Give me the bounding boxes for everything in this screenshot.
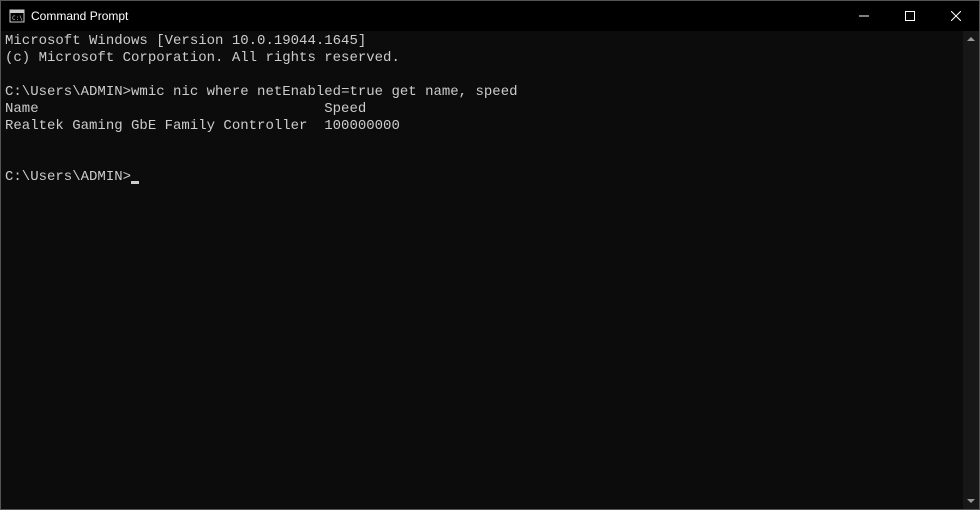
- output-line: Microsoft Windows [Version 10.0.19044.16…: [5, 33, 959, 50]
- prompt-line: C:\Users\ADMIN>wmic nic where netEnabled…: [5, 84, 959, 101]
- maximize-button[interactable]: [887, 1, 933, 31]
- prompt-path: C:\Users\ADMIN>: [5, 169, 131, 185]
- cmd-icon: C:\: [9, 8, 25, 24]
- cursor: [131, 181, 139, 184]
- prompt-path: C:\Users\ADMIN>: [5, 84, 131, 100]
- minimize-button[interactable]: [841, 1, 887, 31]
- blank-line: [5, 67, 959, 84]
- window-title: Command Prompt: [31, 9, 841, 23]
- scroll-down-icon[interactable]: [963, 493, 979, 509]
- blank-line: [5, 135, 959, 152]
- output-header: Name Speed: [5, 101, 959, 118]
- terminal-body: Microsoft Windows [Version 10.0.19044.16…: [1, 31, 979, 509]
- prompt-line: C:\Users\ADMIN>: [5, 169, 959, 186]
- output-line: (c) Microsoft Corporation. All rights re…: [5, 50, 959, 67]
- command-text: wmic nic where netEnabled=true get name,…: [131, 84, 517, 100]
- terminal-content[interactable]: Microsoft Windows [Version 10.0.19044.16…: [1, 31, 963, 509]
- close-button[interactable]: [933, 1, 979, 31]
- blank-line: [5, 152, 959, 169]
- command-prompt-window: C:\ Command Prompt Microsoft Windows [Ve…: [0, 0, 980, 510]
- svg-text:C:\: C:\: [12, 15, 23, 22]
- output-data: Realtek Gaming GbE Family Controller 100…: [5, 118, 959, 135]
- window-controls: [841, 1, 979, 31]
- scroll-up-icon[interactable]: [963, 31, 979, 47]
- titlebar[interactable]: C:\ Command Prompt: [1, 1, 979, 31]
- scrollbar[interactable]: [963, 31, 979, 509]
